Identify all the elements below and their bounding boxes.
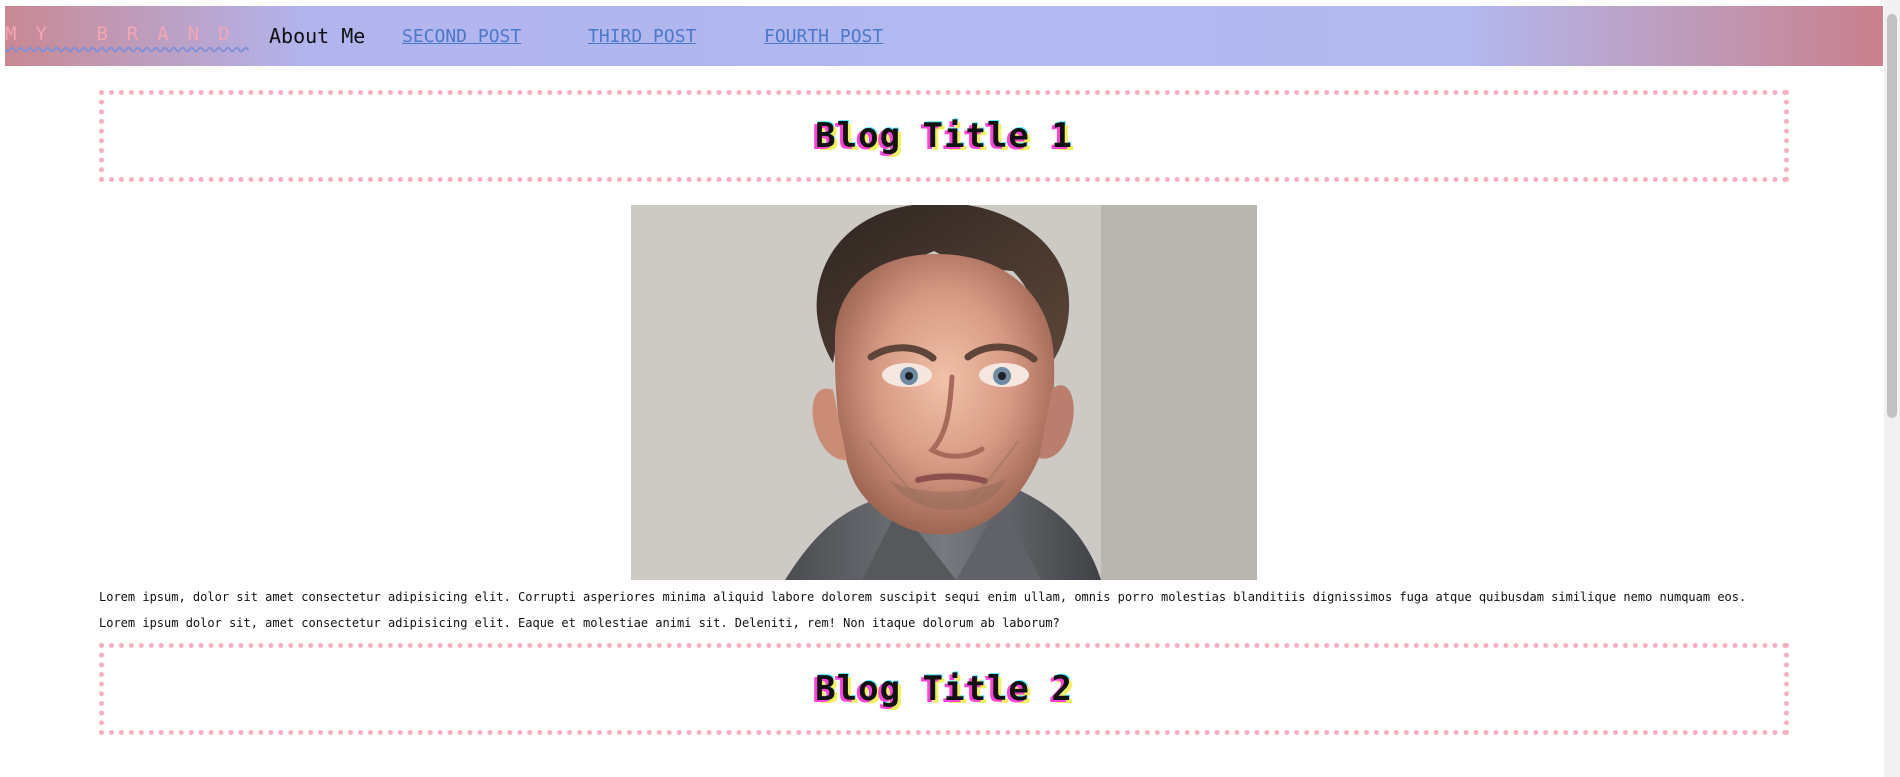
third-post-link[interactable]: THIRD POST [588, 26, 696, 47]
brand-logo[interactable]: MY BRAND [5, 23, 249, 45]
blog-page: MY BRAND About Me SECOND POST THIRD POST… [0, 0, 1900, 777]
blog-title-frame: Blog Title 1 [99, 90, 1789, 182]
portrait-photo-icon [631, 205, 1257, 580]
blog-post-2: Blog Title 2 [99, 643, 1789, 735]
post-portrait-image [631, 205, 1257, 580]
scrollbar-thumb[interactable] [1887, 14, 1897, 418]
post-paragraph-1: Lorem ipsum, dolor sit amet consectetur … [99, 590, 1747, 604]
post-paragraph-2: Lorem ipsum dolor sit, amet consectetur … [99, 616, 1060, 630]
post-body: Lorem ipsum, dolor sit amet consectetur … [99, 591, 1789, 629]
blog-post-1: Blog Title 1 Lorem ipsum, dolor sit amet… [99, 90, 1789, 629]
blog-content: Blog Title 1 Lorem ipsum, dolor sit amet… [99, 90, 1789, 735]
about-me-link[interactable]: About Me [269, 24, 365, 48]
blog-title-frame-2: Blog Title 2 [99, 643, 1789, 735]
second-post-link[interactable]: SECOND POST [402, 26, 521, 47]
top-navigation: MY BRAND About Me SECOND POST THIRD POST… [5, 6, 1883, 66]
blog-title: Blog Title 1 [815, 116, 1073, 156]
blog-title-2: Blog Title 2 [815, 669, 1073, 709]
vertical-scrollbar[interactable] [1884, 0, 1900, 777]
fourth-post-link[interactable]: FOURTH POST [764, 26, 883, 47]
